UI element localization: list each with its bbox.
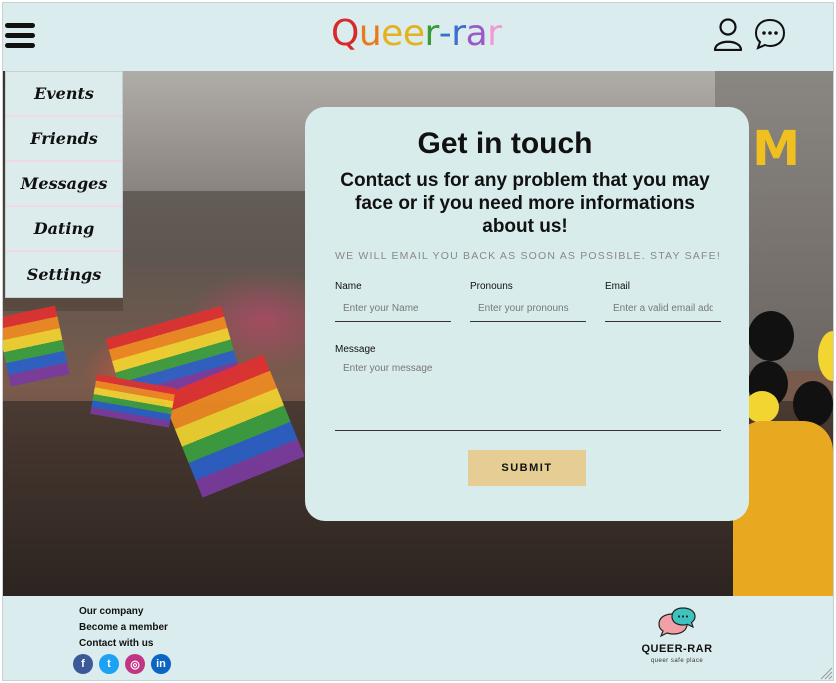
footer-brand-name: QUEER-RAR	[641, 643, 713, 655]
message-label: Message	[335, 344, 376, 355]
logo-letter: r	[451, 13, 466, 54]
contact-title: Get in touch	[417, 127, 593, 160]
linkedin-icon[interactable]: in	[151, 654, 171, 674]
side-navigation-menu: Events Friends Messages Dating Settings	[5, 71, 123, 298]
twitter-icon[interactable]: t	[99, 654, 119, 674]
pronouns-field[interactable]	[470, 296, 586, 322]
name-field[interactable]	[335, 296, 451, 322]
sidebar-item-friends[interactable]: Friends	[6, 117, 122, 162]
contact-card: Get in touch Contact us for any problem …	[305, 107, 749, 521]
hamburger-menu-icon[interactable]	[5, 23, 35, 51]
sidebar-item-messages[interactable]: Messages	[6, 162, 122, 207]
email-label: Email	[605, 281, 631, 292]
user-profile-icon[interactable]	[713, 17, 743, 51]
logo-letter: u	[358, 13, 382, 54]
pronouns-label: Pronouns	[470, 281, 513, 292]
storefront-sign: M	[752, 121, 800, 177]
contact-subtitle: Contact us for any problem that you may …	[340, 170, 710, 237]
logo-letter: Q	[331, 13, 359, 54]
site-footer: Our company Become a member Contact with…	[3, 596, 833, 680]
resize-grip-icon[interactable]	[819, 666, 833, 680]
message-field[interactable]	[335, 357, 721, 431]
logo-letter: -	[438, 13, 452, 54]
sidebar-item-settings[interactable]: Settings	[6, 252, 122, 297]
name-label: Name	[335, 281, 362, 292]
footer-link-contact[interactable]: Contact with us	[79, 638, 153, 649]
sidebar-item-events[interactable]: Events	[6, 72, 122, 117]
brand-logo-icon[interactable]	[655, 606, 699, 638]
logo-letter: a	[465, 13, 488, 54]
contact-note: WE WILL EMAIL YOU BACK AS SOON AS POSSIB…	[335, 250, 721, 262]
logo-letter: r	[424, 13, 439, 54]
sidebar-item-dating[interactable]: Dating	[6, 207, 122, 252]
top-header: Queer-rar	[3, 3, 833, 71]
balloon	[745, 391, 779, 423]
logo-letter: e	[402, 13, 425, 54]
footer-link-become-member[interactable]: Become a member	[79, 622, 168, 633]
site-logo[interactable]: Queer-rar	[331, 13, 502, 54]
instagram-icon[interactable]: ◎	[125, 654, 145, 674]
footer-brand-tagline: queer safe place	[650, 658, 704, 664]
logo-letter: e	[381, 13, 403, 54]
balloon	[748, 311, 794, 361]
rainbow-flag	[3, 305, 70, 387]
chat-bubble-icon[interactable]	[753, 17, 787, 51]
app-window: Queer-rar M Events Friends Messages Dating S…	[2, 2, 834, 681]
email-field[interactable]	[605, 296, 721, 322]
footer-link-our-company[interactable]: Our company	[79, 606, 143, 617]
logo-letter: r	[487, 13, 502, 54]
submit-button[interactable]: SUBMIT	[468, 450, 586, 486]
facebook-icon[interactable]: f	[73, 654, 93, 674]
